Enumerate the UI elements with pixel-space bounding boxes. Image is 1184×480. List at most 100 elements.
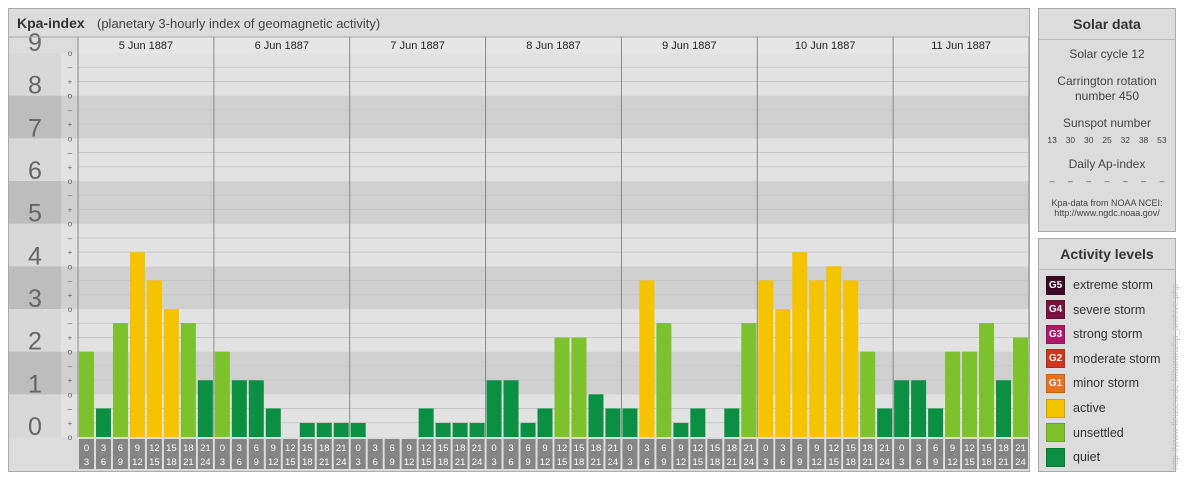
ap-values: – – – – – – – xyxy=(1039,176,1175,186)
minor-tick-label: o xyxy=(68,220,73,229)
interval-end-label: 9 xyxy=(933,457,938,468)
kp-bar xyxy=(520,422,536,437)
interval-end-label: 24 xyxy=(879,457,890,468)
y-tick-label: 2 xyxy=(28,328,42,356)
interval-end-label: 3 xyxy=(899,457,904,468)
sunspot-value: 30 xyxy=(1065,135,1076,145)
sunspot-value: 13 xyxy=(1047,135,1057,145)
interval-start-label: 3 xyxy=(373,443,378,454)
kp-bar xyxy=(843,280,859,437)
kp-bar xyxy=(214,351,230,437)
kp-bar xyxy=(962,351,978,437)
interval-end-label: 9 xyxy=(118,457,123,468)
kp-band xyxy=(9,266,1029,309)
interval-end-label: 6 xyxy=(101,457,106,468)
interval-end-label: 21 xyxy=(862,457,873,468)
y-tick-label: 5 xyxy=(28,200,42,228)
legend-label: moderate storm xyxy=(1073,351,1161,366)
interval-start-label: 18 xyxy=(319,443,330,454)
kp-bar xyxy=(163,309,179,437)
minor-tick-label: + xyxy=(68,333,73,342)
source-line1: Kpa-data from NOAA NCEI: xyxy=(1051,198,1163,208)
interval-start-label: 3 xyxy=(508,443,513,454)
interval-start-label: 21 xyxy=(200,443,211,454)
legend-swatch xyxy=(1046,447,1065,467)
interval-start-label: 9 xyxy=(271,443,276,454)
interval-end-label: 15 xyxy=(149,457,160,468)
interval-start-label: 0 xyxy=(491,443,496,454)
minor-tick-label: + xyxy=(68,120,73,129)
kp-bar xyxy=(452,422,468,437)
day-label: 9 Jun 1887 xyxy=(662,40,716,52)
day-label: 10 Jun 1887 xyxy=(795,40,856,52)
interval-end-label: 24 xyxy=(1015,457,1026,468)
interval-start-label: 6 xyxy=(390,443,395,454)
kp-bar xyxy=(146,280,162,437)
interval-end-label: 9 xyxy=(525,457,530,468)
kp-bar xyxy=(95,408,111,437)
kp-band xyxy=(9,223,1029,267)
kp-bar xyxy=(928,408,944,437)
interval-start-label: 0 xyxy=(627,443,632,454)
interval-start-label: 15 xyxy=(166,443,177,454)
minor-tick-label: + xyxy=(68,248,73,257)
legend-label: unsettled xyxy=(1073,425,1124,440)
y-tick-label: 6 xyxy=(28,157,42,185)
legend-swatch: G2 xyxy=(1046,349,1065,369)
y-tick-label: 4 xyxy=(28,242,42,270)
interval-start-label: 6 xyxy=(797,443,802,454)
ap-value: – xyxy=(1086,176,1092,186)
kp-bar xyxy=(418,408,434,437)
minor-tick-label: – xyxy=(68,63,73,72)
activity-levels-panel: Activity levels G5 extreme storm G4 severe … xyxy=(1038,238,1176,472)
legend-item: active xyxy=(1046,398,1106,418)
kp-bar xyxy=(622,408,638,437)
interval-end-label: 12 xyxy=(404,457,415,468)
kp-bar xyxy=(503,380,519,437)
minor-tick-label: – xyxy=(68,405,73,414)
kp-bar xyxy=(571,337,587,437)
y-tick-label: 3 xyxy=(28,285,42,313)
minor-tick-label: + xyxy=(68,291,73,300)
minor-tick-label: – xyxy=(68,362,73,371)
kp-bar xyxy=(435,422,451,437)
minor-tick-label: o xyxy=(68,177,73,186)
legend-swatch: G1 xyxy=(1046,373,1065,393)
y-tick-label: 0 xyxy=(28,413,42,441)
solar-data-heading: Solar data xyxy=(1039,9,1175,40)
interval-end-label: 21 xyxy=(591,457,602,468)
minor-tick-label: – xyxy=(68,234,73,243)
interval-start-label: 0 xyxy=(763,443,768,454)
kp-bar xyxy=(690,408,706,437)
sunspot-value: 32 xyxy=(1120,135,1130,145)
interval-start-label: 9 xyxy=(135,443,140,454)
interval-start-label: 3 xyxy=(101,443,106,454)
interval-start-label: 18 xyxy=(862,443,873,454)
legend-swatch xyxy=(1046,398,1065,418)
legend-item: unsettled xyxy=(1046,423,1124,443)
sunspot-label: Sunspot number xyxy=(1062,116,1152,130)
minor-tick-label: o xyxy=(68,262,73,271)
interval-end-label: 12 xyxy=(676,457,687,468)
interval-end-label: 18 xyxy=(302,457,313,468)
kp-bar xyxy=(945,351,961,437)
interval-end-label: 18 xyxy=(710,457,721,468)
kp-band xyxy=(9,95,1029,139)
interval-end-label: 3 xyxy=(763,457,768,468)
interval-start-label: 3 xyxy=(644,443,649,454)
interval-start-label: 0 xyxy=(356,443,361,454)
interval-end-label: 18 xyxy=(845,457,856,468)
interval-start-label: 0 xyxy=(899,443,904,454)
minor-tick-label: – xyxy=(68,106,73,115)
minor-tick-label: o xyxy=(68,348,73,357)
interval-end-label: 12 xyxy=(947,457,958,468)
legend-label: quiet xyxy=(1073,450,1101,465)
ap-value: – xyxy=(1068,176,1073,186)
interval-start-label: 15 xyxy=(302,443,313,454)
interval-end-label: 6 xyxy=(237,457,242,468)
interval-end-label: 24 xyxy=(608,457,619,468)
interval-end-label: 9 xyxy=(254,457,259,468)
y-tick-label: 9 xyxy=(28,29,42,57)
minor-tick-label: o xyxy=(68,433,73,442)
legend-label: minor storm xyxy=(1073,376,1139,391)
